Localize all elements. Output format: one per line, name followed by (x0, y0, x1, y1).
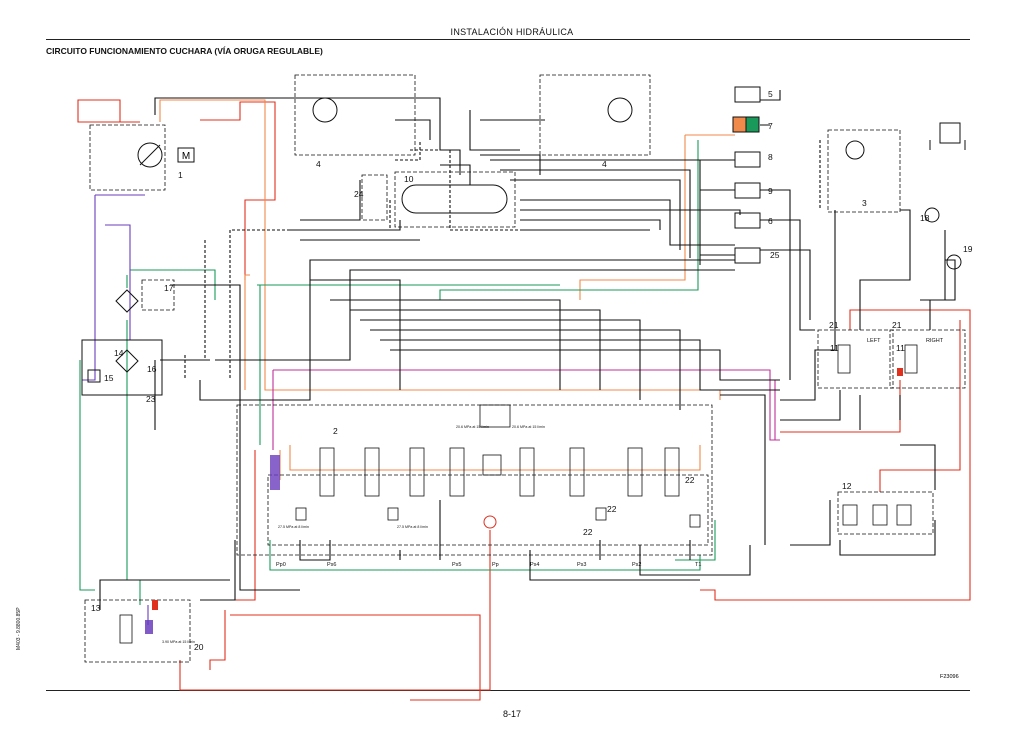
component-5-label: 5 (768, 89, 773, 99)
port-ps3: Ps3 (577, 562, 586, 568)
filter-symbol (115, 289, 139, 313)
pump-box (89, 124, 166, 191)
pressure-label-5: 3.90 MPa at 15 l/min (162, 640, 195, 644)
pilot-valve-12-box (837, 491, 934, 535)
component-11-left-label: 11 (830, 343, 839, 353)
travel-motor-box-right (539, 74, 651, 156)
component-19-label: 19 (963, 244, 973, 254)
component-4-left-label: 4 (316, 159, 321, 169)
travel-motor-left-symbol (312, 97, 338, 123)
figure-code: F23096 (940, 674, 959, 680)
component-12-label: 12 (842, 481, 852, 491)
component-14-label: 14 (114, 348, 124, 358)
pressure-label-4: 20.6 MPa at 15 l/min (512, 425, 545, 429)
switch-25 (734, 247, 761, 264)
switch-8 (734, 151, 761, 168)
pilot-13-highlight (145, 620, 153, 634)
switch-9 (734, 182, 761, 199)
swivel-joint (401, 184, 508, 214)
component-2-label: 2 (333, 426, 338, 436)
port-ps2: Ps2 (632, 562, 641, 568)
pedal-symbol (939, 122, 961, 144)
port-ps4: Ps4 (530, 562, 539, 568)
component-6-label: 6 (768, 216, 773, 226)
component-4-right-label: 4 (602, 159, 607, 169)
port-pp0: Pp0 (276, 562, 286, 568)
component-22-b-label: 22 (607, 504, 617, 514)
sensor-19-symbol (946, 254, 962, 270)
left-label: LEFT (867, 338, 881, 344)
port-ps5: Ps5 (452, 562, 461, 568)
check-valve-red (483, 515, 497, 529)
pilot-valve-left-box (817, 329, 894, 389)
valve-24-box (361, 174, 388, 221)
pilot-13-red-highlight (152, 600, 158, 610)
right-label: RIGHT (926, 338, 944, 344)
solenoid-7-orange (732, 116, 747, 133)
pressure-label-3: 20.6 MPa at 15 l/min (456, 425, 489, 429)
travel-motor-box-left (294, 74, 416, 156)
component-23-label: 23 (146, 394, 156, 404)
component-21-left-label: 21 (829, 320, 839, 330)
component-20-label: 20 (194, 642, 204, 652)
motor-label: M (182, 151, 190, 162)
switch-6 (734, 212, 761, 229)
component-7-label: 7 (768, 121, 773, 131)
component-25-label: 25 (770, 250, 780, 260)
swing-motor-symbol (845, 140, 865, 160)
component-15-label: 15 (104, 373, 114, 383)
pressure-label-2: 27.5 MPa at 8 l/min (397, 525, 428, 529)
pilot-valve-13-box (84, 599, 191, 663)
component-22-c-label: 22 (685, 475, 695, 485)
port-pp: Pp (492, 562, 499, 568)
port-t1: T1 (695, 562, 701, 568)
bucket-spool-highlight (270, 455, 280, 490)
port-ps6: Ps6 (327, 562, 336, 568)
component-18-label: 18 (920, 213, 930, 223)
hydraulic-schematic: M 1 2 3 4 4 5 6 7 8 9 10 11 11 12 13 14 … (77, 74, 973, 701)
component-9-label: 9 (768, 186, 773, 196)
component-1-label: 1 (178, 170, 183, 180)
travel-motor-right-symbol (607, 97, 633, 123)
component-16-label: 16 (147, 364, 157, 374)
component-17-label: 17 (164, 283, 174, 293)
component-10-label: 10 (404, 174, 414, 184)
component-13-label: 13 (91, 603, 101, 613)
pressure-label-1: 27.5 MPa at 8 l/min (278, 525, 309, 529)
component-21-right-label: 21 (892, 320, 902, 330)
solenoid-7-green (745, 116, 760, 133)
switch-5 (734, 86, 761, 103)
component-22-a-label: 22 (583, 527, 593, 537)
component-3-label: 3 (862, 198, 867, 208)
pilot-21-red-highlight (897, 368, 903, 376)
component-24-label: 24 (354, 189, 364, 199)
component-11-right-label: 11 (896, 343, 905, 353)
component-8-label: 8 (768, 152, 773, 162)
